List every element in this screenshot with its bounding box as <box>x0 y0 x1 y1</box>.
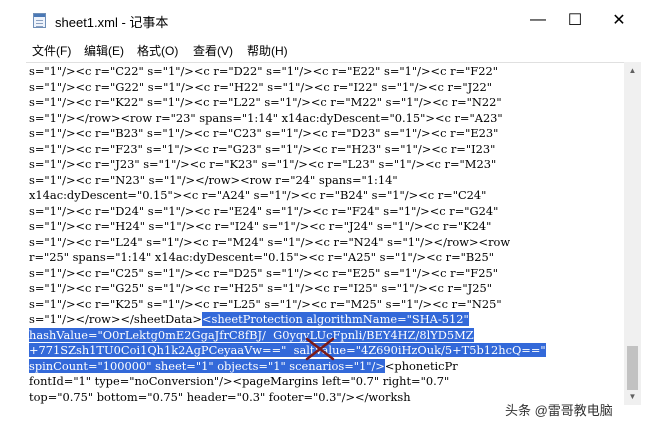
menu-edit[interactable]: 编辑(E) <box>84 42 124 59</box>
text-line: s="1"/><c r="B23" s="1"/><c r="C23" s="1… <box>29 126 498 141</box>
line-text: s="1"/><c r="D24" s="1"/><c r="E24" s="1… <box>29 203 499 218</box>
line-text: top="0.75" bottom="0.75" header="0.3" fo… <box>29 389 411 404</box>
menu-help[interactable]: 帮助(H) <box>247 42 288 59</box>
line-text: x14ac:dyDescent="0.15"><c r="A24" s="1"/… <box>29 188 487 202</box>
menu-format[interactable]: 格式(O) <box>137 42 178 59</box>
line-text: s="1"/><c r="J23" s="1"/><c r="K23" s="1… <box>29 157 497 171</box>
text-line: s="1"/><c r="C22" s="1"/><c r="D22" s="1… <box>29 64 498 79</box>
text-line: s="1"/><c r="J23" s="1"/><c r="K23" s="1… <box>29 157 496 172</box>
line-text: r="25" spans="1:14" x14ac:dyDescent="0.1… <box>29 250 494 264</box>
text-line: s="1"/><c r="G25" s="1"/><c r="H25" s="1… <box>29 281 492 296</box>
line-text: s="1"/></row><row r="23" spans="1:14" x1… <box>29 110 503 125</box>
selected-text: hashValue="O0rLektg0mE2GgaJfrC8fBJ/ G0yq… <box>29 327 474 342</box>
line-text: s="1"/><c r="B23" s="1"/><c r="C23" s="1… <box>29 126 499 140</box>
line-text: s="1"/><c r="K25" s="1"/><c r="L25" s="1… <box>29 296 502 311</box>
text-line: s="1"/><c r="G22" s="1"/><c r="H22" s="1… <box>29 80 492 95</box>
close-button[interactable]: ✕ <box>599 6 639 34</box>
text-line: s="1"/></row><row r="23" spans="1:14" x1… <box>29 111 503 126</box>
line-text: s="1"/><c r="G22" s="1"/><c r="H22" s="1… <box>29 79 492 94</box>
line-text: s="1"/><c r="C22" s="1"/><c r="D22" s="1… <box>29 64 498 78</box>
selected-text: <sheetProtection algorithmName="SHA-512" <box>201 312 469 326</box>
text-line: x14ac:dyDescent="0.15"><c r="A24" s="1"/… <box>29 188 486 203</box>
notepad-window: sheet1.xml - 记事本 — ☐ ✕ 文件(F) 编辑(E) 格式(O)… <box>0 0 657 428</box>
menu-bar: 文件(F) 编辑(E) 格式(O) 查看(V) 帮助(H) <box>0 40 657 62</box>
text-line: s="1"/><c r="N23" s="1"/></row><row r="2… <box>29 173 398 188</box>
text-line: fontId="1" type="noConversion"/><pageMar… <box>29 374 449 389</box>
line-text: s="1"/><c r="L24" s="1"/><c r="M24" s="1… <box>29 234 511 249</box>
notepad-app-icon <box>33 13 46 28</box>
text-line: hashValue="O0rLektg0mE2GgaJfrC8fBJ/ G0yq… <box>29 327 474 343</box>
text-line: top="0.75" bottom="0.75" header="0.3" fo… <box>29 390 411 405</box>
line-text: s="1"/><c r="K22" s="1"/><c r="L22" s="1… <box>29 95 502 109</box>
text-line: s="1"/><c r="K22" s="1"/><c r="L22" s="1… <box>29 95 502 110</box>
line-text: s="1"/><c r="G25" s="1"/><c r="H25" s="1… <box>29 281 492 295</box>
line-text: s="1"/><c r="N23" s="1"/></row><row r="2… <box>29 172 398 187</box>
text-line: s="1"/><c r="D24" s="1"/><c r="E24" s="1… <box>29 204 498 219</box>
red-x-mark-icon <box>305 337 335 361</box>
scroll-down-icon[interactable]: ▼ <box>624 388 641 405</box>
vertical-scrollbar[interactable]: ▲ ▼ <box>624 62 641 405</box>
text-line: s="1"/></row></sheetData><sheetProtectio… <box>29 312 469 327</box>
watermark-text: 头条 @雷哥教电脑 <box>505 403 613 418</box>
text-line: s="1"/><c r="C25" s="1"/><c r="D25" s="1… <box>29 266 498 281</box>
line-text: s="1"/><c r="C25" s="1"/><c r="D25" s="1… <box>29 265 498 280</box>
text-line: +771SZsh1TU0Coi1Qh1k2AgPCeyaaVw==" saltV… <box>29 343 546 358</box>
scroll-up-icon[interactable]: ▲ <box>624 62 641 79</box>
text-line: s="1"/><c r="L24" s="1"/><c r="M24" s="1… <box>29 235 510 250</box>
text-line: r="25" spans="1:14" x14ac:dyDescent="0.1… <box>29 250 494 265</box>
maximize-button[interactable]: ☐ <box>555 6 595 34</box>
line-text-after-selection: <phoneticPr <box>384 358 458 373</box>
scroll-thumb[interactable] <box>627 346 638 390</box>
line-text: s="1"/></row></sheetData> <box>29 312 202 326</box>
line-text: s="1"/><c r="F23" s="1"/><c r="G23" s="1… <box>29 141 496 156</box>
menu-view[interactable]: 查看(V) <box>193 42 233 59</box>
text-line: s="1"/><c r="H24" s="1"/><c r="I24" s="1… <box>29 219 491 234</box>
menu-file[interactable]: 文件(F) <box>32 42 71 59</box>
title-bar[interactable]: sheet1.xml - 记事本 — ☐ ✕ <box>0 0 657 40</box>
minimize-button[interactable]: — <box>518 6 558 34</box>
line-text: s="1"/><c r="H24" s="1"/><c r="I24" s="1… <box>29 219 492 233</box>
text-line: s="1"/><c r="F23" s="1"/><c r="G23" s="1… <box>29 142 495 157</box>
text-line: spinCount="100000" sheet="1" objects="1"… <box>29 358 458 374</box>
selected-text: +771SZsh1TU0Coi1Qh1k2AgPCeyaaVw==" saltV… <box>29 343 546 357</box>
text-line: s="1"/><c r="K25" s="1"/><c r="L25" s="1… <box>29 297 502 312</box>
window-title: sheet1.xml - 记事本 <box>55 15 169 30</box>
line-text: fontId="1" type="noConversion"/><pageMar… <box>29 374 450 388</box>
